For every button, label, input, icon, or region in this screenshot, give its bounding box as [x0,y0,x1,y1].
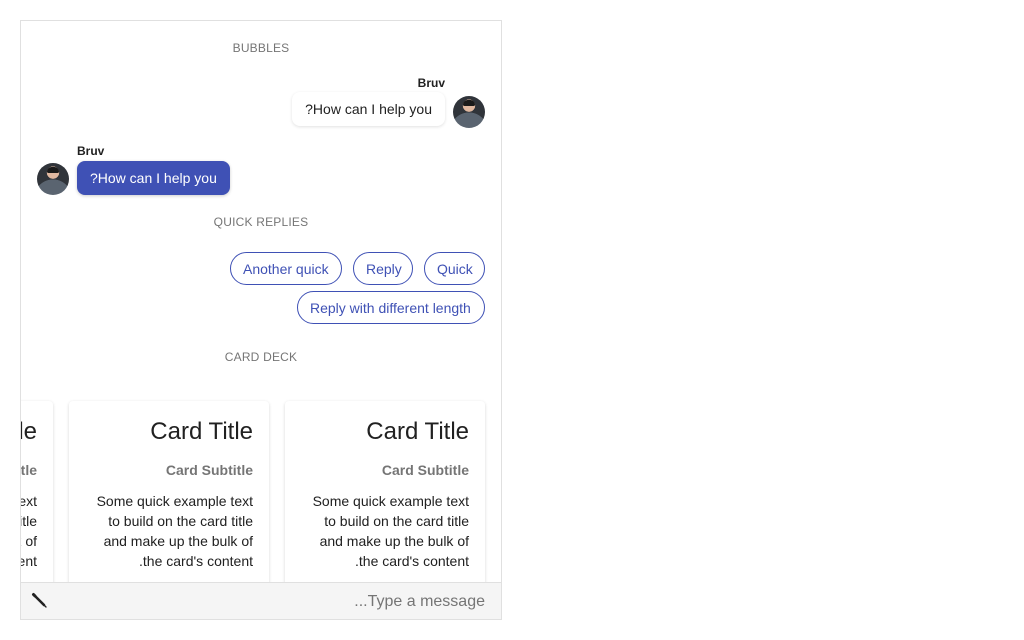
message-sender: Bruv [77,144,105,158]
message-bubble-outgoing: ?How can I help you [292,92,445,126]
quick-reply-button[interactable]: Reply with different length [297,291,485,324]
card-text: Some quick example text to build on the … [21,493,37,569]
quick-reply-button[interactable]: Reply [353,252,413,285]
card-text: Some quick example text to build on the … [312,493,469,569]
chat-window: BUBBLES Bruv ?How can I help you Bruv ?H… [20,20,502,620]
message-bubble-incoming: ?How can I help you [77,161,230,195]
card[interactable]: Card Title Card Subtitle Some quick exam… [20,401,53,601]
section-title-quick-replies: QUICK REPLIES [213,215,309,229]
section-title-card-deck: CARD DECK [224,350,298,364]
message-composer [21,582,501,619]
message-sender: Bruv [417,76,445,90]
card-title: Card Title [20,418,37,445]
card-subtitle: Card Subtitle [20,462,37,478]
card-text: Some quick example text to build on the … [96,493,253,569]
quick-reply-button[interactable]: Another quick [230,252,342,285]
card[interactable]: Card Title Card Subtitle Some quick exam… [69,401,269,601]
card-title: Card Title [366,418,469,445]
section-title-bubbles: BUBBLES [232,41,290,55]
quick-reply-button[interactable]: Quick [424,252,485,285]
avatar [37,163,69,195]
card-title: Card Title [150,418,253,445]
card-subtitle: Card Subtitle [165,462,253,478]
pencil-icon[interactable] [31,592,49,610]
message-input[interactable] [103,589,487,615]
card-subtitle: Card Subtitle [381,462,469,478]
avatar [453,96,485,128]
card[interactable]: Card Title Card Subtitle Some quick exam… [285,401,485,601]
